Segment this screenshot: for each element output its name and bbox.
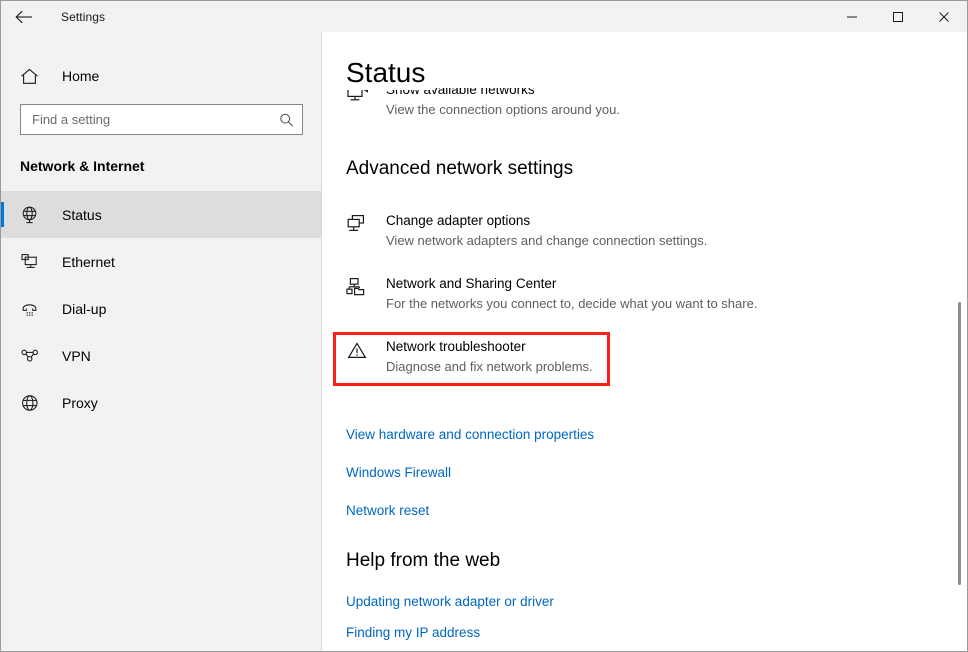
sidebar-item-dialup[interactable]: Dial-up xyxy=(1,285,321,332)
setting-item-subtitle: Diagnose and fix network problems. xyxy=(386,357,593,376)
related-links-list: View hardware and connection properties … xyxy=(346,426,594,540)
content-pane: Show available networks View the connect… xyxy=(323,32,967,651)
link-view-hardware-and-connection-properties[interactable]: View hardware and connection properties xyxy=(346,426,594,443)
sidebar-nav-list: Status Ethernet xyxy=(1,191,321,426)
close-icon xyxy=(938,11,950,23)
content-scrollbar[interactable] xyxy=(952,32,967,651)
setting-item-title: Change adapter options xyxy=(386,211,707,230)
search-input[interactable] xyxy=(21,105,302,134)
title-bar: Settings xyxy=(1,1,967,32)
setting-item-title: Network and Sharing Center xyxy=(386,274,757,293)
scrollbar-thumb[interactable] xyxy=(958,302,961,585)
sidebar-category-title: Network & Internet xyxy=(20,158,321,174)
sidebar-item-home[interactable]: Home xyxy=(1,59,321,93)
sidebar-item-proxy[interactable]: Proxy xyxy=(1,379,321,426)
help-links-list: Updating network adapter or driver Findi… xyxy=(346,593,554,651)
advanced-settings-list: Change adapter options View network adap… xyxy=(346,211,926,396)
settings-window: Settings xyxy=(0,0,968,652)
app-title: Settings xyxy=(61,10,105,24)
maximize-icon xyxy=(892,11,904,23)
back-button[interactable] xyxy=(1,1,47,32)
setting-item-network-and-sharing-center[interactable]: Network and Sharing Center For the netwo… xyxy=(346,274,926,313)
globe-proxy-icon xyxy=(20,393,42,413)
minimize-icon xyxy=(846,11,858,23)
search-box[interactable] xyxy=(20,104,303,135)
monitor-network-icon xyxy=(346,88,374,105)
home-icon xyxy=(20,68,42,85)
sidebar-item-status-label: Status xyxy=(62,207,102,223)
adapter-monitor-icon xyxy=(346,211,374,236)
sidebar-item-proxy-label: Proxy xyxy=(62,395,98,411)
sidebar-item-status[interactable]: Status xyxy=(1,191,321,238)
setting-item-network-troubleshooter[interactable]: Network troubleshooter Diagnose and fix … xyxy=(346,337,926,376)
link-finding-my-ip-address[interactable]: Finding my IP address xyxy=(346,624,554,641)
sidebar-item-vpn[interactable]: VPN xyxy=(1,332,321,379)
back-arrow-icon xyxy=(15,10,33,24)
setting-item-subtitle: For the networks you connect to, decide … xyxy=(386,294,757,313)
setting-item-title: Network troubleshooter xyxy=(386,337,593,356)
setting-item-change-adapter-options[interactable]: Change adapter options View network adap… xyxy=(346,211,926,250)
sidebar: Home Network & Internet xyxy=(1,32,322,651)
maximize-button[interactable] xyxy=(875,1,921,32)
search-icon[interactable] xyxy=(279,112,294,127)
sidebar-home-label: Home xyxy=(62,68,99,84)
setting-item-subtitle: View network adapters and change connect… xyxy=(386,231,707,250)
ethernet-icon xyxy=(20,252,42,272)
link-updating-network-adapter-or-driver[interactable]: Updating network adapter or driver xyxy=(346,593,554,610)
page-title: Status xyxy=(346,56,435,90)
link-network-reset[interactable]: Network reset xyxy=(346,502,594,519)
globe-status-icon xyxy=(20,205,42,225)
setting-item-subtitle: View the connection options around you. xyxy=(386,100,620,119)
sharing-folder-icon xyxy=(346,274,374,299)
sidebar-item-ethernet-label: Ethernet xyxy=(62,254,115,270)
link-windows-firewall[interactable]: Windows Firewall xyxy=(346,464,594,481)
warning-triangle-icon xyxy=(346,337,374,362)
minimize-button[interactable] xyxy=(829,1,875,32)
sidebar-item-ethernet[interactable]: Ethernet xyxy=(1,238,321,285)
setting-item-show-available-networks[interactable]: Show available networks View the connect… xyxy=(346,88,906,126)
caption-button-group xyxy=(829,1,967,32)
advanced-network-settings-heading: Advanced network settings xyxy=(346,158,573,180)
sidebar-item-vpn-label: VPN xyxy=(62,348,91,364)
vpn-icon xyxy=(20,346,42,366)
help-from-the-web-heading: Help from the web xyxy=(346,550,500,572)
sidebar-item-dialup-label: Dial-up xyxy=(62,301,106,317)
close-button[interactable] xyxy=(921,1,967,32)
dialup-phone-icon xyxy=(20,299,42,319)
